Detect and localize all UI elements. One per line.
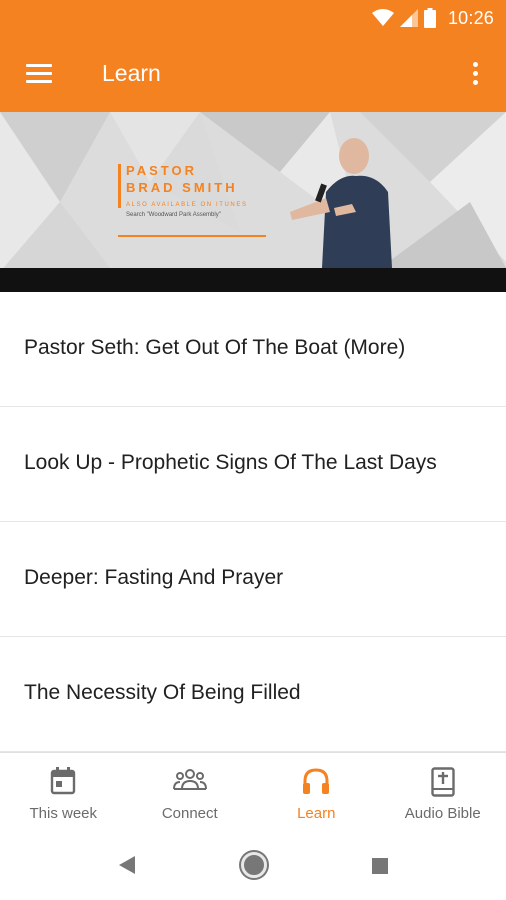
wifi-icon <box>371 9 394 27</box>
nav-connect[interactable]: Connect <box>127 753 254 830</box>
list-item-title: Pastor Seth: Get Out Of The Boat (More) <box>24 336 406 359</box>
video-strip <box>0 268 506 292</box>
banner-text: PASTOR BRAD SMITH ALSO AVAILABLE ON ITUN… <box>126 162 276 218</box>
more-vert-icon[interactable] <box>464 58 488 90</box>
status-bar: 10:26 <box>0 0 506 36</box>
system-navigation-bar <box>0 830 506 900</box>
sermon-banner[interactable]: PASTOR BRAD SMITH ALSO AVAILABLE ON ITUN… <box>0 112 506 292</box>
back-icon[interactable] <box>119 856 135 879</box>
status-icons: 10:26 <box>371 6 494 30</box>
home-icon[interactable] <box>241 852 267 878</box>
nav-audio-bible[interactable]: Audio Bible <box>380 753 506 830</box>
status-time: 10:26 <box>447 7 494 28</box>
nav-learn-label: Learn <box>297 805 336 822</box>
people-icon <box>172 767 207 798</box>
nav-this-week[interactable]: This week <box>0 753 127 830</box>
banner-accent-bar <box>118 164 121 208</box>
page-title: Learn <box>102 60 161 86</box>
bible-icon <box>431 767 455 802</box>
signal-icon <box>399 9 418 27</box>
banner-title-line1: PASTOR <box>126 163 197 178</box>
sermon-list: Pastor Seth: Get Out Of The Boat (More) … <box>0 292 506 752</box>
banner-search-hint: Search "Woodward Park Assembly" <box>126 212 221 218</box>
list-item[interactable]: Pastor Seth: Get Out Of The Boat (More) <box>0 292 506 407</box>
list-item-title: Deeper: Fasting And Prayer <box>24 566 284 589</box>
nav-learn[interactable]: Learn <box>253 753 380 830</box>
calendar-icon <box>50 767 76 800</box>
nav-audio-bible-label: Audio Bible <box>404 805 481 822</box>
battery-icon <box>423 8 436 28</box>
banner-title-line2: BRAD SMITH <box>126 180 238 195</box>
recents-icon[interactable] <box>372 858 388 874</box>
banner-subtitle: ALSO AVAILABLE ON ITUNES <box>126 202 248 208</box>
hamburger-menu-icon[interactable] <box>24 60 54 88</box>
phone-screen: 10:26 Learn PASTOR BRAD SMITH ALSO AVAIL… <box>0 0 506 900</box>
list-item-title: The Necessity Of Being Filled <box>24 681 301 704</box>
headphones-icon <box>302 767 330 800</box>
app-bar: Learn <box>0 36 506 112</box>
bottom-navigation: This week Connect Learn Audio Bible <box>0 752 506 830</box>
list-item[interactable]: Look Up - Prophetic Signs Of The Last Da… <box>0 407 506 522</box>
list-item[interactable]: The Necessity Of Being Filled <box>0 637 506 752</box>
list-item[interactable]: Deeper: Fasting And Prayer <box>0 522 506 637</box>
banner-underline <box>118 235 266 237</box>
nav-connect-label: Connect <box>161 805 218 822</box>
list-item-title: Look Up - Prophetic Signs Of The Last Da… <box>24 451 437 474</box>
nav-this-week-label: This week <box>29 805 98 822</box>
